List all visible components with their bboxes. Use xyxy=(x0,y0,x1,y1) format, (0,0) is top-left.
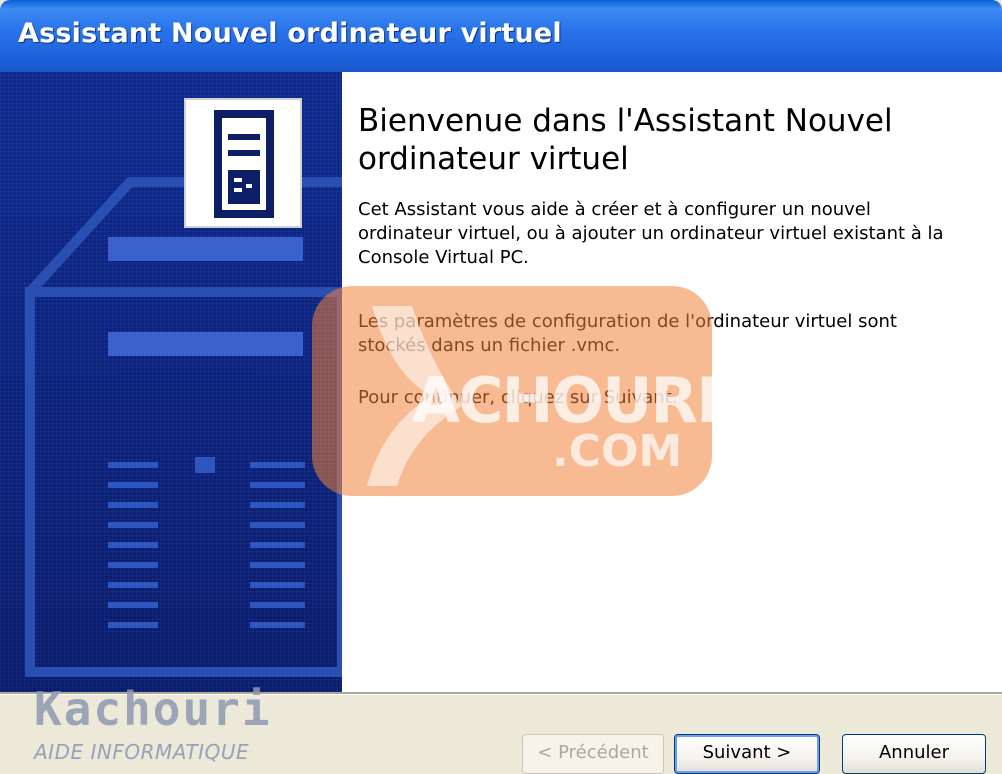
next-button[interactable]: Suivant > xyxy=(674,734,820,774)
logo-tagline: AIDE INFORMATIQUE xyxy=(34,740,250,764)
watermark-domain: .COM xyxy=(552,426,683,477)
previous-button[interactable]: < Précédent xyxy=(522,734,664,774)
window-title: Assistant Nouvel ordinateur virtuel xyxy=(18,18,562,49)
wizard-banner xyxy=(0,72,342,692)
cancel-button[interactable]: Annuler xyxy=(842,734,986,774)
intro-paragraph: Cet Assistant vous aide à créer et à con… xyxy=(358,199,944,268)
kachouri-watermark: ACHOURI .COM xyxy=(312,286,712,496)
window-titlebar[interactable]: Assistant Nouvel ordinateur virtuel xyxy=(0,0,1002,72)
computer-tower-icon xyxy=(184,98,302,228)
welcome-heading: Bienvenue dans l'Assistant Nouvel ordina… xyxy=(358,103,893,177)
kachouri-logo: Kachouri xyxy=(34,682,272,736)
